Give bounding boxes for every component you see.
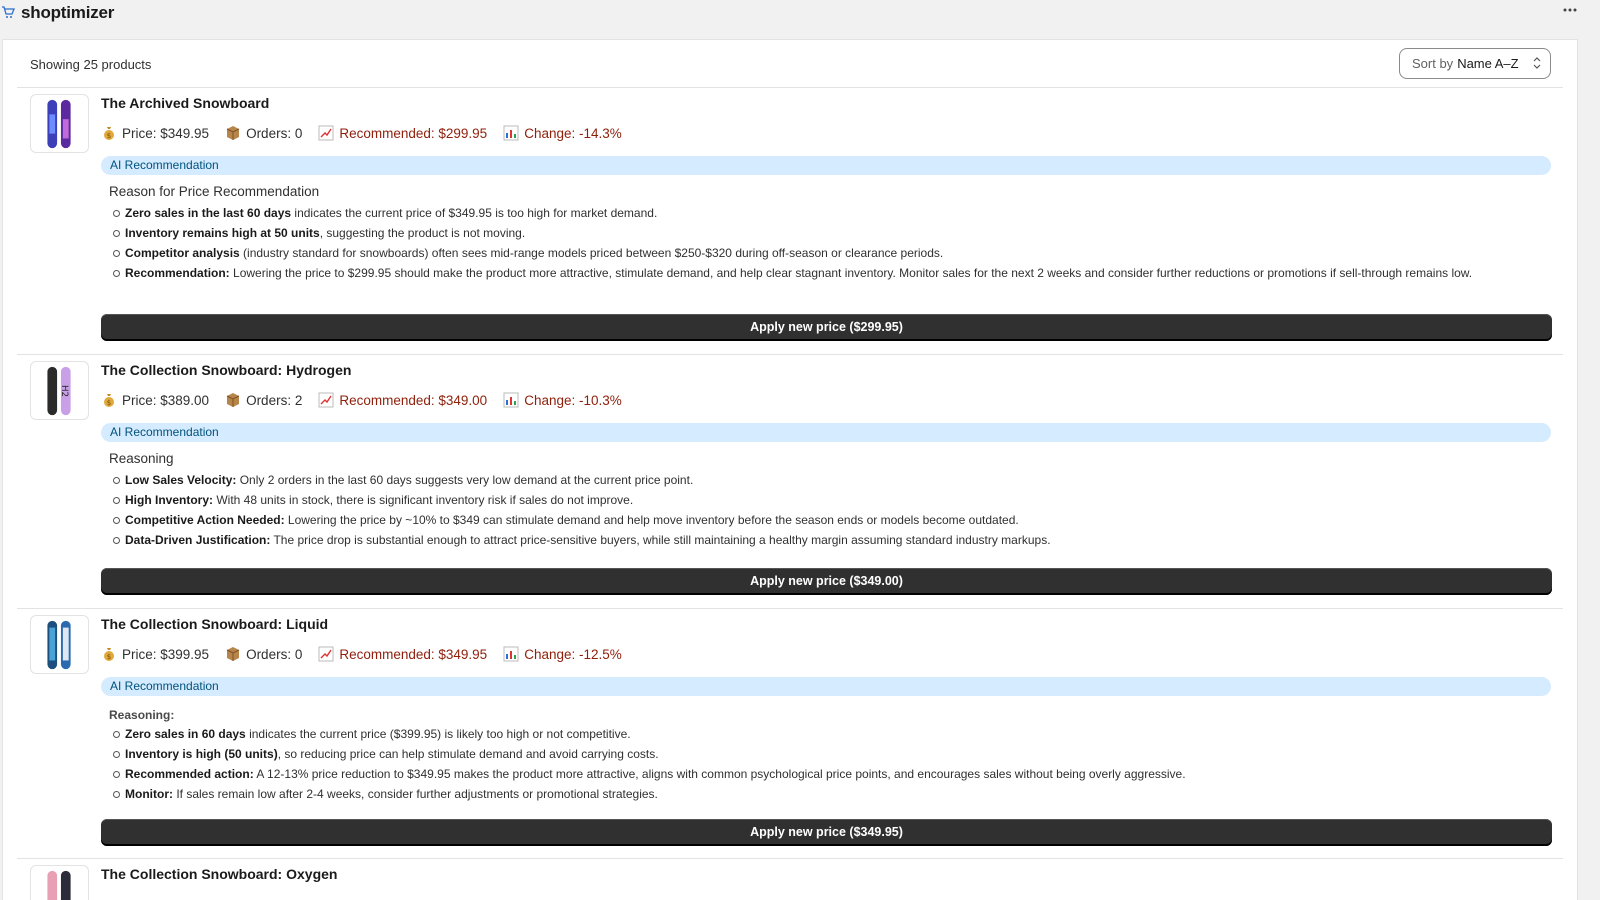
- list-item: Zero sales in the last 60 days indicates…: [109, 203, 1554, 223]
- reason-list: Zero sales in the last 60 days indicates…: [109, 203, 1554, 283]
- change-text: Change: -14.3%: [524, 125, 622, 141]
- product-metrics: $ Price: $389.00 Orders: 2 Recommended: $…: [101, 392, 638, 408]
- bar-chart-icon: [503, 392, 519, 408]
- orders-metric: Orders: 2: [225, 392, 302, 408]
- list-item: Zero sales in 60 days indicates the curr…: [109, 724, 1554, 744]
- more-horizontal-icon: [1563, 8, 1577, 12]
- app-header: shoptimizer: [0, 0, 1600, 28]
- money-bag-icon: $: [104, 648, 114, 661]
- recommended-text: Recommended: $299.95: [339, 125, 488, 141]
- product-metrics: $ Price: $349.95 Orders: 0 Recommended: $…: [101, 125, 638, 141]
- price-text: Price: $349.95: [122, 125, 210, 141]
- reason-list: Zero sales in 60 days indicates the curr…: [109, 724, 1554, 804]
- orders-text: Orders: 2: [246, 392, 303, 408]
- package-icon: [226, 126, 240, 140]
- package-icon: [226, 647, 240, 661]
- reason-heading: Reason for Price Recommendation: [109, 184, 320, 199]
- list-item: Data-Driven Justification: The price dro…: [109, 530, 1554, 550]
- recommended-text: Recommended: $349.95: [339, 646, 488, 662]
- product-row: H2 The Collection Snowboard: Hydrogen $ P…: [17, 354, 1563, 608]
- recommended-text: Recommended: $349.00: [339, 392, 488, 408]
- apply-price-button[interactable]: Apply new price ($299.95): [101, 314, 1552, 341]
- chart-increasing-icon: [318, 125, 334, 141]
- ai-recommendation-badge: AI Recommendation: [101, 677, 1551, 696]
- product-thumbnail: H2: [30, 361, 89, 420]
- product-title[interactable]: The Archived Snowboard: [101, 95, 269, 111]
- orders-metric: Orders: 0: [225, 646, 302, 662]
- money-bag-icon: $: [104, 394, 114, 407]
- more-options-button[interactable]: [1556, 2, 1584, 24]
- apply-price-button[interactable]: Apply new price ($349.95): [101, 819, 1552, 846]
- sort-value: Name A–Z: [1457, 56, 1519, 71]
- svg-text:$: $: [107, 132, 111, 140]
- orders-text: Orders: 0: [246, 125, 303, 141]
- list-item: Recommended action: A 12-13% price reduc…: [109, 764, 1554, 784]
- money-bag-icon: $: [104, 127, 114, 140]
- list-item: Monitor: If sales remain low after 2-4 w…: [109, 784, 1554, 804]
- product-title[interactable]: The Collection Snowboard: Oxygen: [101, 866, 337, 882]
- orders-metric: Orders: 0: [225, 125, 302, 141]
- list-item: Low Sales Velocity: Only 2 orders in the…: [109, 470, 1554, 490]
- recommended-metric: Recommended: $349.95: [318, 646, 487, 662]
- change-metric: Change: -14.3%: [503, 125, 622, 141]
- list-item: High Inventory: With 48 units in stock, …: [109, 490, 1554, 510]
- orders-text: Orders: 0: [246, 646, 303, 662]
- product-thumbnail: [30, 94, 89, 153]
- price-metric: $ Price: $349.95: [101, 125, 209, 141]
- svg-text:$: $: [107, 399, 111, 407]
- price-text: Price: $399.95: [122, 646, 210, 662]
- list-item: Recommendation: Lowering the price to $2…: [109, 263, 1554, 283]
- product-metrics: $ Price: $399.95 Orders: 0 Recommended: $…: [101, 646, 638, 662]
- select-chevron-icon: [1533, 57, 1541, 69]
- recommended-metric: Recommended: $349.00: [318, 392, 487, 408]
- list-item: Competitor analysis (industry standard f…: [109, 243, 1554, 263]
- change-metric: Change: -12.5%: [503, 646, 622, 662]
- product-count: Showing 25 products: [30, 57, 152, 72]
- product-row: The Collection Snowboard: Oxygen: [17, 858, 1563, 900]
- reason-heading: Reasoning:: [109, 708, 175, 722]
- reason-list: Low Sales Velocity: Only 2 orders in the…: [109, 470, 1554, 550]
- ai-recommendation-badge: AI Recommendation: [101, 423, 1551, 442]
- ai-recommendation-badge: AI Recommendation: [101, 156, 1551, 175]
- reason-heading: Reasoning: [109, 451, 174, 466]
- cart-logo-icon: [2, 6, 15, 18]
- list-item: Competitive Action Needed: Lowering the …: [109, 510, 1554, 530]
- product-row: The Archived Snowboard $ Price: $349.95 O…: [17, 87, 1563, 354]
- product-thumbnail: [30, 615, 89, 674]
- recommended-metric: Recommended: $299.95: [318, 125, 487, 141]
- product-title[interactable]: The Collection Snowboard: Hydrogen: [101, 362, 351, 378]
- list-item: Inventory remains high at 50 units, sugg…: [109, 223, 1554, 243]
- price-text: Price: $389.00: [122, 392, 210, 408]
- product-title[interactable]: The Collection Snowboard: Liquid: [101, 616, 328, 632]
- sort-select[interactable]: Sort by Name A–Z: [1399, 48, 1551, 79]
- product-row: The Collection Snowboard: Liquid $ Price:…: [17, 608, 1563, 858]
- svg-text:$: $: [107, 653, 111, 661]
- app-title: shoptimizer: [21, 3, 115, 22]
- change-text: Change: -10.3%: [524, 392, 622, 408]
- change-text: Change: -12.5%: [524, 646, 622, 662]
- product-thumbnail: [30, 865, 89, 900]
- list-item: Inventory is high (50 units), so reducin…: [109, 744, 1554, 764]
- product-list-card: Showing 25 products Sort by Name A–Z The…: [2, 39, 1578, 900]
- bar-chart-icon: [503, 125, 519, 141]
- apply-price-button[interactable]: Apply new price ($349.00): [101, 568, 1552, 595]
- bar-chart-icon: [503, 646, 519, 662]
- price-metric: $ Price: $389.00: [101, 392, 209, 408]
- change-metric: Change: -10.3%: [503, 392, 622, 408]
- chart-increasing-icon: [318, 392, 334, 408]
- chart-increasing-icon: [318, 646, 334, 662]
- package-icon: [226, 393, 240, 407]
- sort-label: Sort by: [1412, 56, 1454, 71]
- svg-text:H2: H2: [59, 385, 69, 397]
- price-metric: $ Price: $399.95: [101, 646, 209, 662]
